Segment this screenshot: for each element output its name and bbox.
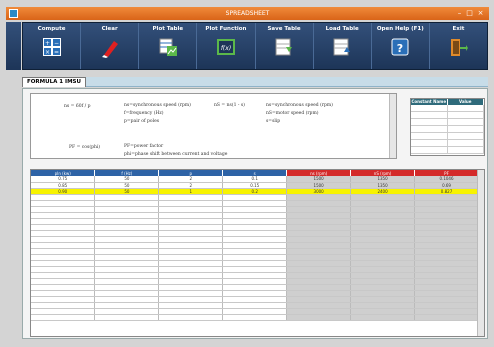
formula-power-factor: PF = cos(phi) bbox=[69, 145, 101, 150]
formula-scrollbar[interactable] bbox=[389, 94, 396, 158]
spreadsheet-window: SPREADSHEET – □ × Compute + − × = Clear bbox=[0, 0, 494, 347]
close-icon[interactable]: × bbox=[476, 9, 485, 18]
compute-button[interactable]: Compute + − × = bbox=[23, 23, 82, 69]
open-help-button[interactable]: Open Help (F1) ? bbox=[372, 23, 430, 69]
svg-text:=: = bbox=[54, 49, 59, 56]
formula-motor-speed: nS = ns(1 - s) bbox=[214, 103, 245, 108]
formula-desc: PF=power factor bbox=[124, 144, 164, 149]
maximize-icon[interactable]: □ bbox=[465, 9, 474, 18]
svg-text:×: × bbox=[45, 49, 50, 56]
constants-row[interactable] bbox=[411, 140, 484, 147]
table-cell[interactable] bbox=[286, 314, 352, 321]
plot-function-icon: f(x) bbox=[216, 39, 235, 55]
eraser-icon bbox=[101, 41, 118, 58]
formula-desc: p=pair of poles bbox=[124, 119, 160, 124]
svg-text:?: ? bbox=[397, 42, 403, 55]
minimize-icon[interactable]: – bbox=[455, 9, 464, 18]
formula-desc: ns=synchronous speed (rpm) bbox=[124, 103, 191, 108]
formula-desc: nS=motor speed (rpm) bbox=[266, 111, 319, 116]
formula-desc: ns=synchronous speed (rpm) bbox=[266, 103, 333, 108]
help-icon: ? bbox=[391, 38, 409, 56]
formula-desc: phi=phase shift between current and volt… bbox=[124, 152, 228, 157]
table-cell[interactable] bbox=[414, 314, 479, 321]
save-table-button[interactable]: Save Table bbox=[256, 23, 314, 69]
title-bar: SPREADSHEET – □ × bbox=[6, 7, 489, 20]
exit-button[interactable]: Exit bbox=[430, 23, 487, 69]
exit-door-icon bbox=[451, 39, 469, 56]
toolbar: Compute + − × = Clear Plot Table Plot Fu… bbox=[22, 22, 488, 70]
svg-text:−: − bbox=[54, 40, 59, 47]
load-table-button[interactable]: Load Table bbox=[314, 23, 372, 69]
calculator-icon: + − × = bbox=[42, 38, 61, 56]
constants-row[interactable] bbox=[411, 105, 484, 112]
constants-row[interactable] bbox=[411, 112, 484, 119]
table-cell[interactable] bbox=[222, 314, 288, 321]
tab-formula-1-imsu[interactable]: FORMULA 1 IMSU bbox=[22, 77, 86, 87]
svg-text:+: + bbox=[45, 40, 50, 47]
constants-row[interactable] bbox=[411, 147, 484, 154]
formula-desc: f=frequency (Hz) bbox=[124, 111, 164, 116]
tab-strip: FORMULA 1 IMSU bbox=[22, 77, 488, 87]
formula-desc: s=slip bbox=[266, 119, 281, 124]
plot-table-icon bbox=[159, 38, 177, 56]
plot-function-button[interactable]: Plot Function f(x) bbox=[197, 23, 256, 69]
save-table-icon bbox=[275, 38, 293, 56]
app-icon bbox=[9, 9, 18, 18]
grid-scrollbar[interactable] bbox=[477, 170, 484, 336]
data-grid: pIn (kw) f (Hz) p s ns (rpm) nS (rpm) PF 0.75 5… bbox=[30, 169, 485, 337]
load-table-icon bbox=[333, 38, 351, 56]
constants-row[interactable] bbox=[411, 126, 484, 133]
formula-panel: ns = 60f / p ns=synchronous speed (rpm) … bbox=[22, 88, 488, 339]
table-row[interactable] bbox=[31, 314, 479, 321]
table-cell[interactable] bbox=[158, 314, 224, 321]
toolbar-left-edge bbox=[6, 22, 21, 70]
svg-text:f(x): f(x) bbox=[221, 45, 231, 52]
clear-button[interactable]: Clear bbox=[81, 23, 140, 69]
plot-table-button[interactable]: Plot Table bbox=[139, 23, 198, 69]
formula-synchronous-speed: ns = 60f / p bbox=[64, 104, 91, 109]
formula-box: ns = 60f / p ns=synchronous speed (rpm) … bbox=[30, 93, 397, 159]
constants-row[interactable] bbox=[411, 133, 484, 140]
constants-table: Constant Name Value bbox=[410, 98, 485, 156]
table-cell[interactable] bbox=[350, 314, 416, 321]
table-cell[interactable] bbox=[94, 314, 160, 321]
constants-row[interactable] bbox=[411, 119, 484, 126]
table-cell[interactable] bbox=[31, 314, 96, 321]
window-title: SPREADSHEET bbox=[225, 10, 270, 17]
